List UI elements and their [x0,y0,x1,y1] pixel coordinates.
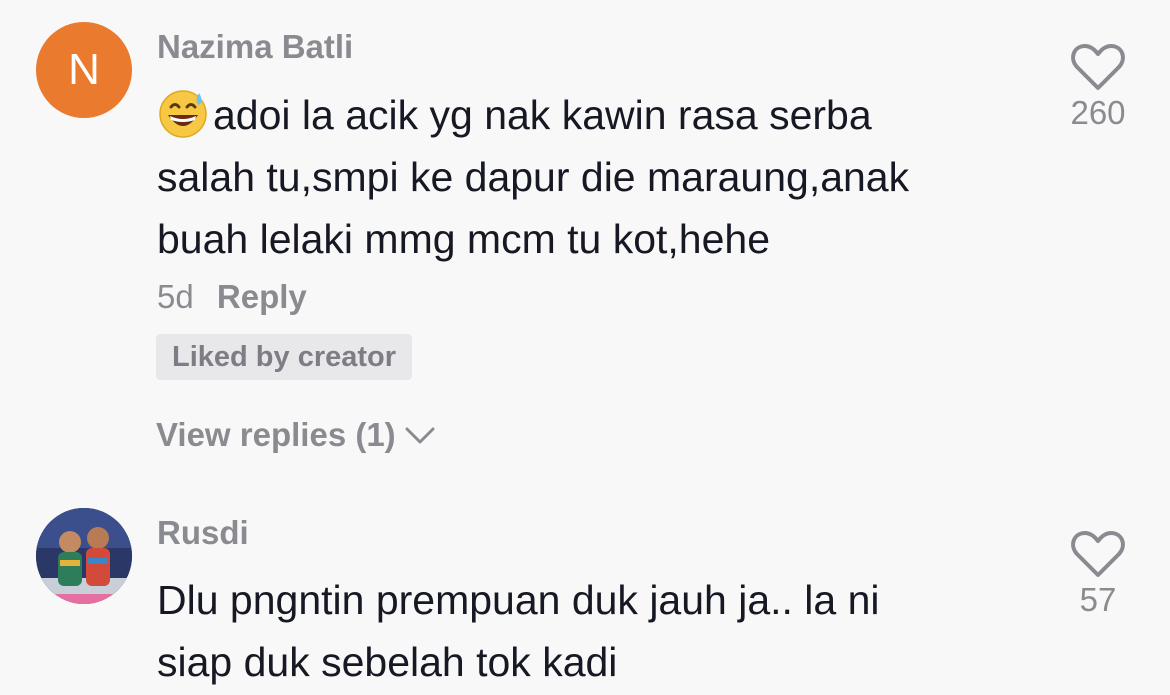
view-replies-label: View replies (1) [156,416,396,453]
like-button[interactable]: 57 [1048,529,1148,619]
liked-by-creator-badge: Liked by creator [156,334,413,380]
comment-text-body: adoi la acik yg nak kawin rasa serba sal… [157,92,910,262]
heart-icon [1071,531,1125,577]
heart-icon [1071,44,1125,90]
comment-text: Dlu pngntin prempuan duk jauh ja.. la ni… [157,577,880,685]
like-button[interactable]: 260 [1048,42,1148,132]
comment-text: adoi la acik yg nak kawin rasa serba sal… [157,84,1007,270]
like-count: 57 [1079,581,1117,618]
chevron-down-icon [405,427,435,444]
like-count: 260 [1070,94,1126,131]
comment-username[interactable]: Rusdi [157,514,249,552]
comment-item: N Nazima Batli adoi la acik yg nak kawin… [0,0,1170,480]
grinning-face-with-sweat-icon [159,90,207,138]
comment-username[interactable]: Nazima Batli [157,28,353,66]
user-photo-avatar [36,508,132,604]
avatar[interactable] [36,508,132,604]
avatar[interactable]: N [36,22,132,118]
reply-button[interactable]: Reply [217,278,307,315]
comment-item: Rusdi Dlu pngntin prempuan duk jauh ja..… [0,480,1170,695]
comment-meta: 5d Reply [157,278,307,316]
view-replies-button[interactable]: View replies (1) [156,416,436,454]
comment-time: 5d [157,278,194,315]
